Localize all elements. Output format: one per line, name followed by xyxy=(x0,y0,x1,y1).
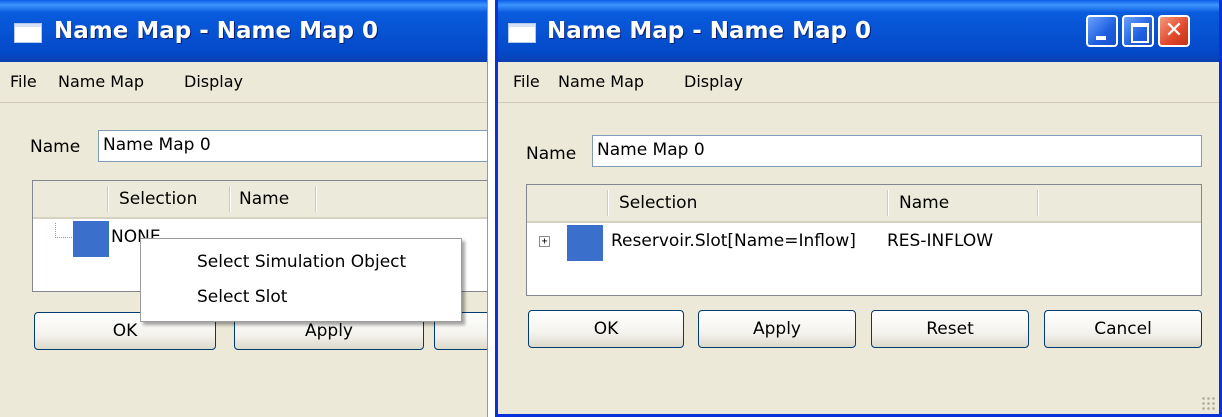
right-window-title: Name Map - Name Map 0 xyxy=(547,18,871,44)
tree-header: Selection Name xyxy=(33,181,487,219)
left-menu-bar: File Name Map Display xyxy=(0,62,487,103)
row-name[interactable]: RES-INFLOW xyxy=(887,231,993,251)
column-name[interactable]: Name xyxy=(239,189,289,209)
name-label: Name xyxy=(30,137,81,157)
menu-select-slot[interactable]: Select Slot xyxy=(197,287,287,307)
column-selection[interactable]: Selection xyxy=(119,189,197,209)
column-name[interactable]: Name xyxy=(899,193,949,213)
cancel-button[interactable]: Cancel xyxy=(1044,310,1202,348)
minimize-button[interactable] xyxy=(1086,15,1118,47)
column-selection[interactable]: Selection xyxy=(619,193,697,213)
right-menu-bar: File Name Map Display xyxy=(498,62,1219,103)
left-title-bar[interactable]: Name Map - Name Map 0 xyxy=(0,0,487,62)
right-title-bar[interactable]: Name Map - Name Map 0 ✕ xyxy=(498,0,1219,62)
object-icon xyxy=(567,225,603,261)
name-input[interactable]: Name Map 0 xyxy=(592,135,1202,167)
apply-button[interactable]: Apply xyxy=(698,310,856,348)
right-selection-tree[interactable]: Selection Name + Reservoir.Slot[Name=Inf… xyxy=(526,184,1202,296)
minimize-icon xyxy=(1096,36,1106,40)
right-name-map-window: Name Map - Name Map 0 ✕ File Name Map Di… xyxy=(495,0,1222,417)
name-label: Name xyxy=(526,144,577,164)
header-separator xyxy=(1037,190,1039,216)
tree-line xyxy=(55,223,72,238)
name-input[interactable]: Name Map 0 xyxy=(98,130,487,162)
left-name-map-window: Name Map - Name Map 0 File Name Map Disp… xyxy=(0,0,488,417)
header-separator xyxy=(229,186,231,212)
resize-grip-icon[interactable] xyxy=(1201,396,1215,410)
header-separator xyxy=(887,190,889,216)
header-separator xyxy=(607,190,609,216)
menu-display[interactable]: Display xyxy=(684,72,743,91)
maximize-icon xyxy=(1131,23,1149,43)
expand-plus-icon[interactable]: + xyxy=(539,236,550,247)
header-separator xyxy=(107,186,109,212)
context-menu: Select Simulation Object Select Slot xyxy=(140,238,462,322)
close-icon: ✕ xyxy=(1164,18,1184,43)
menu-name-map[interactable]: Name Map xyxy=(558,72,644,91)
tree-header: Selection Name xyxy=(527,185,1201,223)
header-separator xyxy=(315,186,317,212)
reset-button[interactable]: Reset xyxy=(871,310,1029,348)
menu-display[interactable]: Display xyxy=(184,72,243,91)
left-window-title: Name Map - Name Map 0 xyxy=(54,18,378,44)
menu-select-simulation-object[interactable]: Select Simulation Object xyxy=(197,252,406,272)
menu-file[interactable]: File xyxy=(10,72,37,91)
ok-button[interactable]: OK xyxy=(528,310,684,348)
maximize-button[interactable] xyxy=(1122,15,1154,47)
close-button[interactable]: ✕ xyxy=(1158,15,1190,47)
row-selection[interactable]: Reservoir.Slot[Name=Inflow] xyxy=(611,231,856,251)
window-icon xyxy=(508,23,536,43)
menu-name-map[interactable]: Name Map xyxy=(58,72,144,91)
window-icon xyxy=(14,23,42,43)
object-icon xyxy=(73,221,109,257)
menu-file[interactable]: File xyxy=(513,72,540,91)
